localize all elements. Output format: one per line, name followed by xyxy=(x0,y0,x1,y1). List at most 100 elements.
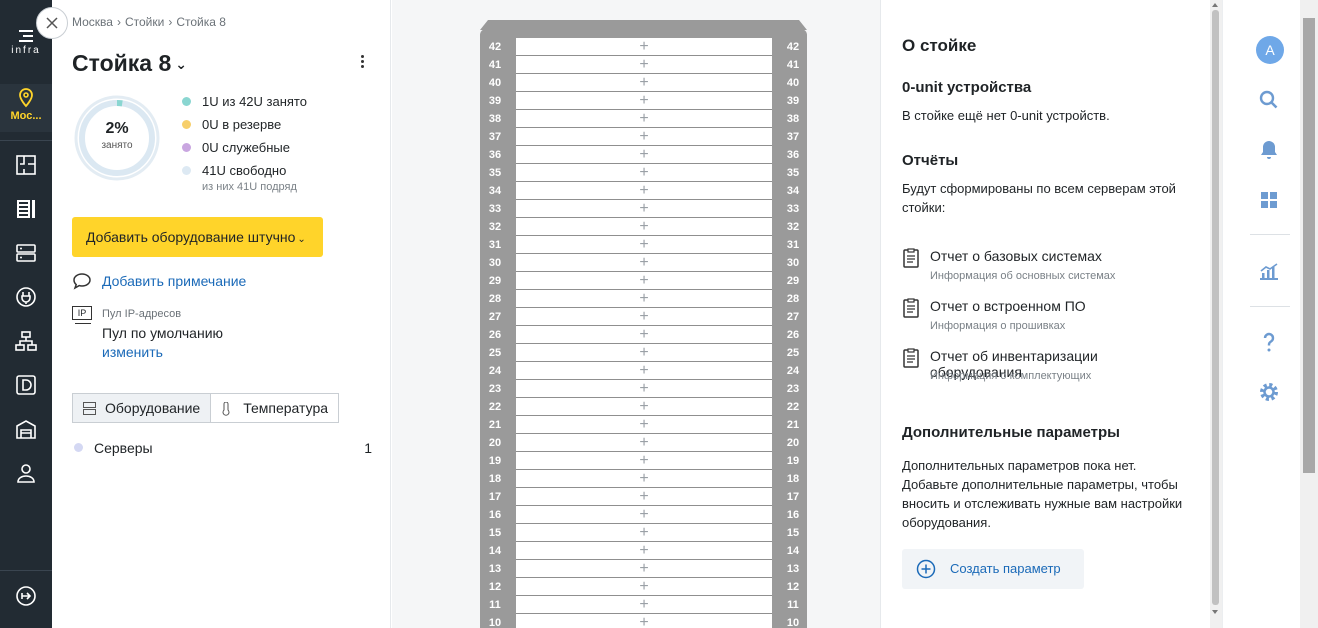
rack-unit-slot[interactable]: 20 +20 xyxy=(489,434,799,452)
help-icon[interactable] xyxy=(1257,330,1281,354)
add-unit-icon[interactable]: + xyxy=(516,218,772,235)
rack-unit-slot[interactable]: 29 +29 xyxy=(489,272,799,290)
add-unit-icon[interactable]: + xyxy=(516,416,772,433)
add-unit-icon[interactable]: + xyxy=(516,110,772,127)
scroll-down-icon[interactable] xyxy=(1212,610,1218,614)
rack-unit-slot[interactable]: 34 +34 xyxy=(489,182,799,200)
rack-unit-slot[interactable]: 27 +27 xyxy=(489,308,799,326)
add-unit-icon[interactable]: + xyxy=(516,200,772,217)
rack-unit-slot[interactable]: 10 +10 xyxy=(489,614,799,628)
analytics-icon[interactable] xyxy=(1257,259,1281,283)
nav-location[interactable]: Мос... xyxy=(0,84,52,132)
network-icon[interactable] xyxy=(14,329,38,353)
add-unit-icon[interactable]: + xyxy=(516,344,772,361)
rack-unit-slot[interactable]: 18 +18 xyxy=(489,470,799,488)
add-unit-icon[interactable]: + xyxy=(516,146,772,163)
search-icon[interactable] xyxy=(1257,88,1281,112)
scroll-up-icon[interactable] xyxy=(1212,3,1218,7)
add-unit-icon[interactable]: + xyxy=(516,578,772,595)
add-unit-icon[interactable]: + xyxy=(516,452,772,469)
add-unit-icon[interactable]: + xyxy=(516,182,772,199)
create-param-button[interactable]: Создать параметр xyxy=(902,549,1084,589)
rack-unit-slot[interactable]: 41 +41 xyxy=(489,56,799,74)
rack-unit-slot[interactable]: 32 +32 xyxy=(489,218,799,236)
rack-unit-slot[interactable]: 21 +21 xyxy=(489,416,799,434)
user-icon[interactable] xyxy=(14,461,38,485)
add-unit-icon[interactable]: + xyxy=(516,326,772,343)
add-unit-icon[interactable]: + xyxy=(516,272,772,289)
scrollbar-thumb[interactable] xyxy=(1212,10,1219,605)
add-unit-icon[interactable]: + xyxy=(516,614,772,628)
rack-unit-slot[interactable]: 42 +42 xyxy=(489,38,799,56)
breadcrumb-item[interactable]: Стойки xyxy=(125,15,164,29)
rack-unit-slot[interactable]: 31 +31 xyxy=(489,236,799,254)
add-unit-icon[interactable]: + xyxy=(516,308,772,325)
bell-icon[interactable] xyxy=(1257,138,1281,162)
rack-unit-slot[interactable]: 15 +15 xyxy=(489,524,799,542)
rack-unit-slot[interactable]: 33 +33 xyxy=(489,200,799,218)
rack-unit-slot[interactable]: 28 +28 xyxy=(489,290,799,308)
rack-unit-slot[interactable]: 11 +11 xyxy=(489,596,799,614)
racks-icon[interactable] xyxy=(14,197,38,221)
page-title[interactable]: Стойка 8 ⌄ xyxy=(72,50,187,77)
rack-unit-slot[interactable]: 30 +30 xyxy=(489,254,799,272)
category-row-servers[interactable]: Серверы 1 xyxy=(74,440,372,456)
rack-unit-slot[interactable]: 24 +24 xyxy=(489,362,799,380)
servers-icon[interactable] xyxy=(14,241,38,265)
rack-unit-slot[interactable]: 23 +23 xyxy=(489,380,799,398)
storage-icon[interactable] xyxy=(14,373,38,397)
rack-unit-slot[interactable]: 38 +38 xyxy=(489,110,799,128)
rack-unit-slot[interactable]: 36 +36 xyxy=(489,146,799,164)
rack-unit-slot[interactable]: 35 +35 xyxy=(489,164,799,182)
add-unit-icon[interactable]: + xyxy=(516,362,772,379)
panel-scrollbar[interactable] xyxy=(1210,0,1222,628)
tab-temperature[interactable]: Температура xyxy=(211,393,340,423)
add-unit-icon[interactable]: + xyxy=(516,254,772,271)
add-unit-icon[interactable]: + xyxy=(516,92,772,109)
add-unit-icon[interactable]: + xyxy=(516,236,772,253)
add-unit-icon[interactable]: + xyxy=(516,596,772,613)
tab-equipment[interactable]: Оборудование xyxy=(72,393,212,423)
add-unit-icon[interactable]: + xyxy=(516,56,772,73)
rack-unit-slot[interactable]: 22 +22 xyxy=(489,398,799,416)
settings-icon[interactable] xyxy=(1257,380,1281,404)
add-unit-icon[interactable]: + xyxy=(516,290,772,307)
add-equipment-button[interactable]: Добавить оборудование штучно ⌄ xyxy=(72,217,323,257)
page-scrollbar-thumb[interactable] xyxy=(1303,18,1315,473)
add-unit-icon[interactable]: + xyxy=(516,164,772,181)
warehouse-icon[interactable] xyxy=(14,417,38,441)
add-unit-icon[interactable]: + xyxy=(516,398,772,415)
rack-unit-slot[interactable]: 13 +13 xyxy=(489,560,799,578)
ip-pool-change-link[interactable]: изменить xyxy=(102,344,163,360)
add-unit-icon[interactable]: + xyxy=(516,488,772,505)
add-unit-icon[interactable]: + xyxy=(516,506,772,523)
rack-unit-slot[interactable]: 26 +26 xyxy=(489,326,799,344)
rack-unit-slot[interactable]: 19 +19 xyxy=(489,452,799,470)
add-unit-icon[interactable]: + xyxy=(516,434,772,451)
expand-nav-icon[interactable] xyxy=(14,584,38,608)
rack-unit-slot[interactable]: 39 +39 xyxy=(489,92,799,110)
rack-unit-slot[interactable]: 25 +25 xyxy=(489,344,799,362)
add-unit-icon[interactable]: + xyxy=(516,128,772,145)
rack-unit-slot[interactable]: 37 +37 xyxy=(489,128,799,146)
add-unit-icon[interactable]: + xyxy=(516,560,772,577)
rack-unit-slot[interactable]: 40 +40 xyxy=(489,74,799,92)
add-unit-icon[interactable]: + xyxy=(516,38,772,55)
close-panel-button[interactable] xyxy=(36,7,68,39)
rack-unit-slot[interactable]: 17 +17 xyxy=(489,488,799,506)
rack-unit-slot[interactable]: 16 +16 xyxy=(489,506,799,524)
apps-grid-icon[interactable] xyxy=(1257,188,1281,212)
page-scrollbar[interactable] xyxy=(1300,0,1318,628)
breadcrumb-item[interactable]: Москва xyxy=(72,15,113,29)
rack-unit-slot[interactable]: 14 +14 xyxy=(489,542,799,560)
add-unit-icon[interactable]: + xyxy=(516,470,772,487)
floor-plan-icon[interactable] xyxy=(14,153,38,177)
more-menu-button[interactable] xyxy=(352,53,372,73)
add-unit-icon[interactable]: + xyxy=(516,542,772,559)
add-unit-icon[interactable]: + xyxy=(516,524,772,541)
add-unit-icon[interactable]: + xyxy=(516,74,772,91)
rack-unit-slot[interactable]: 12 +12 xyxy=(489,578,799,596)
avatar[interactable]: A xyxy=(1256,36,1284,64)
power-icon[interactable] xyxy=(14,285,38,309)
add-unit-icon[interactable]: + xyxy=(516,380,772,397)
